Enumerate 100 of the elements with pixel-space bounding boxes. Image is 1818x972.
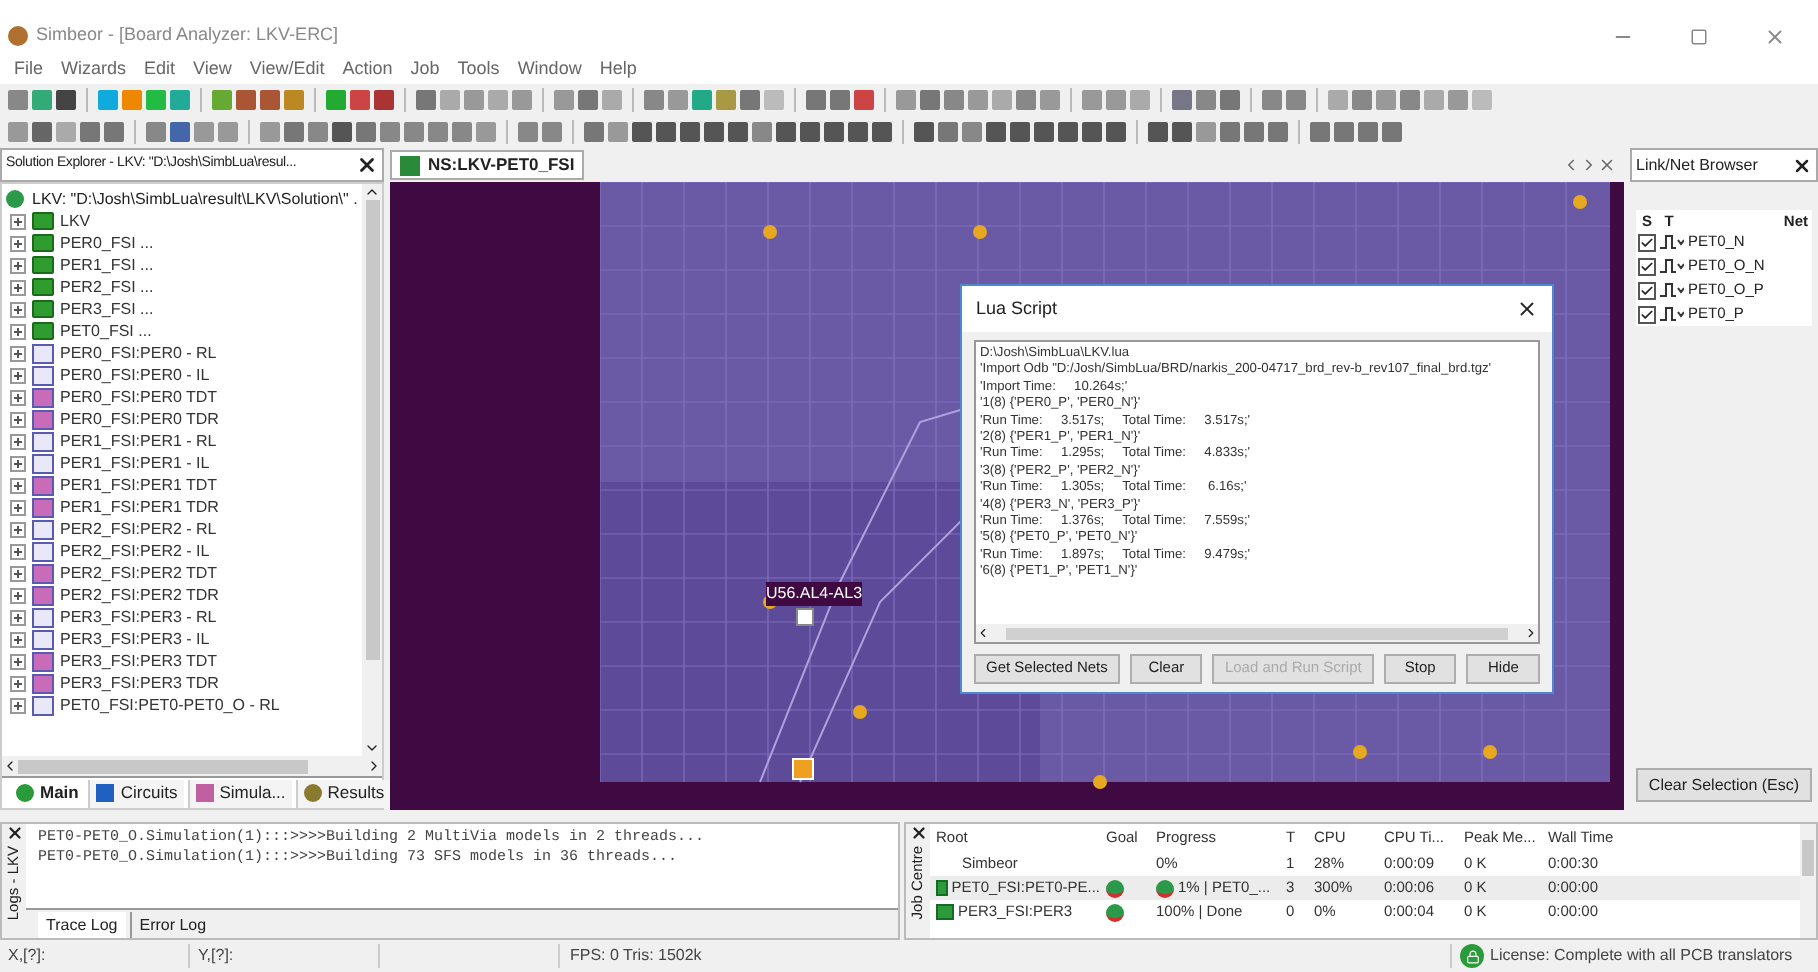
chart-icon bbox=[32, 673, 54, 693]
checkbox[interactable] bbox=[1638, 257, 1656, 275]
menu-item[interactable]: Action bbox=[342, 55, 393, 83]
expand-icon[interactable] bbox=[10, 609, 26, 625]
menu-item[interactable]: Edit bbox=[144, 55, 176, 83]
pulse-icon bbox=[1660, 282, 1684, 298]
chart-icon bbox=[32, 541, 54, 561]
checkbox[interactable] bbox=[1638, 281, 1656, 299]
tree-root[interactable]: LKV: "D:\Josh\SimbLua\result\LKV\Solution\" . bbox=[32, 187, 358, 211]
tree-item[interactable]: PER0_FSI:PER0 - RL bbox=[60, 341, 217, 365]
chart-icon bbox=[32, 453, 54, 473]
expand-icon[interactable] bbox=[10, 499, 26, 515]
app-logo-icon bbox=[8, 26, 28, 46]
expand-icon[interactable] bbox=[10, 235, 26, 251]
expand-icon[interactable] bbox=[10, 257, 26, 273]
pcb-canvas[interactable] bbox=[390, 182, 1624, 810]
license-status: License: Complete with all PCB translators bbox=[1490, 944, 1793, 968]
maximize-icon[interactable] bbox=[1690, 27, 1708, 45]
expand-icon[interactable] bbox=[10, 543, 26, 559]
tree-item[interactable]: PER0_FSI:PER0 TDT bbox=[60, 385, 218, 409]
tree-item[interactable]: PER0_FSI ... bbox=[60, 231, 154, 255]
document-tab[interactable]: NS:LKV-PET0_FSI bbox=[390, 150, 585, 180]
menu-item[interactable]: File bbox=[14, 55, 44, 83]
folder-icon bbox=[32, 322, 54, 340]
expand-icon[interactable] bbox=[10, 389, 26, 405]
expand-icon[interactable] bbox=[10, 653, 26, 669]
menu-item[interactable]: Job bbox=[410, 55, 440, 83]
tree-item[interactable]: PER1_FSI ... bbox=[60, 253, 154, 277]
panel-tab[interactable]: Results bbox=[295, 779, 391, 807]
scroll-up-icon[interactable] bbox=[364, 184, 380, 200]
expand-icon[interactable] bbox=[10, 279, 26, 295]
close-icon[interactable] bbox=[1792, 155, 1812, 175]
menu-item[interactable]: View/Edit bbox=[249, 55, 325, 83]
scroll-left-icon[interactable] bbox=[2, 758, 18, 774]
scroll-left-icon[interactable] bbox=[976, 626, 990, 640]
tree-item[interactable]: PER2_FSI:PER2 TDT bbox=[60, 561, 218, 585]
tree-item[interactable]: PET0_FSI ... bbox=[60, 319, 152, 343]
tree-item[interactable]: PER3_FSI:PER3 - RL bbox=[60, 605, 217, 629]
expand-icon[interactable] bbox=[10, 433, 26, 449]
scroll-down-icon[interactable] bbox=[364, 740, 380, 756]
tree-item[interactable]: PET0_FSI:PET0-PET0_O - RL bbox=[60, 693, 280, 717]
tree-item[interactable]: PER2_FSI:PER2 - RL bbox=[60, 517, 217, 541]
expand-icon[interactable] bbox=[10, 697, 26, 713]
menu-item[interactable]: Help bbox=[599, 55, 637, 83]
scrollbar[interactable] bbox=[2, 756, 382, 776]
tree-item[interactable]: PER3_FSI:PER3 TDT bbox=[60, 649, 218, 673]
menu-item[interactable]: View bbox=[193, 55, 232, 83]
tree-item[interactable]: PER1_FSI:PER1 TDR bbox=[60, 495, 219, 519]
checkbox[interactable] bbox=[1638, 233, 1656, 251]
expand-icon[interactable] bbox=[10, 323, 26, 339]
expand-icon[interactable] bbox=[10, 301, 26, 317]
folder-icon bbox=[32, 212, 54, 230]
scroll-right-icon[interactable] bbox=[1524, 626, 1538, 640]
tab-icon bbox=[195, 784, 214, 802]
tree-item[interactable]: PER3_FSI:PER3 - IL bbox=[60, 627, 210, 651]
tree-item[interactable]: PER2_FSI:PER2 TDR bbox=[60, 583, 219, 607]
scrollbar[interactable] bbox=[976, 624, 1538, 642]
tab-icon bbox=[303, 784, 322, 802]
close-icon[interactable] bbox=[5, 824, 23, 842]
expand-icon[interactable] bbox=[10, 345, 26, 361]
expand-icon[interactable] bbox=[10, 213, 26, 229]
expand-icon[interactable] bbox=[10, 587, 26, 603]
pulse-icon bbox=[1660, 258, 1684, 274]
chart-icon bbox=[32, 431, 54, 451]
expand-icon[interactable] bbox=[10, 455, 26, 471]
scroll-right-icon[interactable] bbox=[366, 758, 382, 774]
y-coordinate: Y,[?]: bbox=[190, 944, 380, 968]
clear-selection-button[interactable]: Clear Selection (Esc) bbox=[1636, 768, 1812, 802]
log-tab[interactable]: Trace Log bbox=[38, 912, 126, 938]
menu-item[interactable]: Wizards bbox=[61, 55, 127, 83]
tree-item[interactable]: LKV bbox=[60, 209, 91, 233]
chart-icon bbox=[32, 365, 54, 385]
panel-tab[interactable]: Circuits bbox=[88, 779, 184, 807]
checkbox[interactable] bbox=[1638, 305, 1656, 323]
expand-icon[interactable] bbox=[10, 631, 26, 647]
tree-item[interactable]: PER0_FSI:PER0 - IL bbox=[60, 363, 210, 387]
close-icon[interactable] bbox=[1516, 298, 1538, 320]
chart-icon bbox=[32, 409, 54, 429]
menu-item[interactable]: Tools bbox=[457, 55, 500, 83]
tree-item[interactable]: PER3_FSI:PER3 TDR bbox=[60, 671, 219, 695]
tree-item[interactable]: PER1_FSI:PER1 - RL bbox=[60, 429, 217, 453]
tree-item[interactable]: PER3_FSI ... bbox=[60, 297, 154, 321]
expand-icon[interactable] bbox=[10, 565, 26, 581]
menu-item[interactable]: Window bbox=[517, 55, 582, 83]
expand-icon[interactable] bbox=[10, 411, 26, 427]
expand-icon[interactable] bbox=[10, 367, 26, 383]
expand-icon[interactable] bbox=[10, 521, 26, 537]
tree-item[interactable]: PER0_FSI:PER0 TDR bbox=[60, 407, 219, 431]
tree-item[interactable]: PER2_FSI:PER2 - IL bbox=[60, 539, 210, 563]
panel-tab[interactable]: Simula... bbox=[187, 779, 292, 807]
chart-icon bbox=[32, 607, 54, 627]
scrollbar[interactable] bbox=[1800, 824, 1816, 938]
scrollbar[interactable] bbox=[362, 184, 382, 756]
tree-item[interactable]: PER1_FSI:PER1 - IL bbox=[60, 451, 210, 475]
tree-item[interactable]: PER1_FSI:PER1 TDT bbox=[60, 473, 218, 497]
close-icon[interactable] bbox=[356, 154, 378, 176]
tree-item[interactable]: PER2_FSI ... bbox=[60, 275, 154, 299]
expand-icon[interactable] bbox=[10, 477, 26, 493]
close-icon[interactable] bbox=[909, 824, 927, 842]
expand-icon[interactable] bbox=[10, 675, 26, 691]
